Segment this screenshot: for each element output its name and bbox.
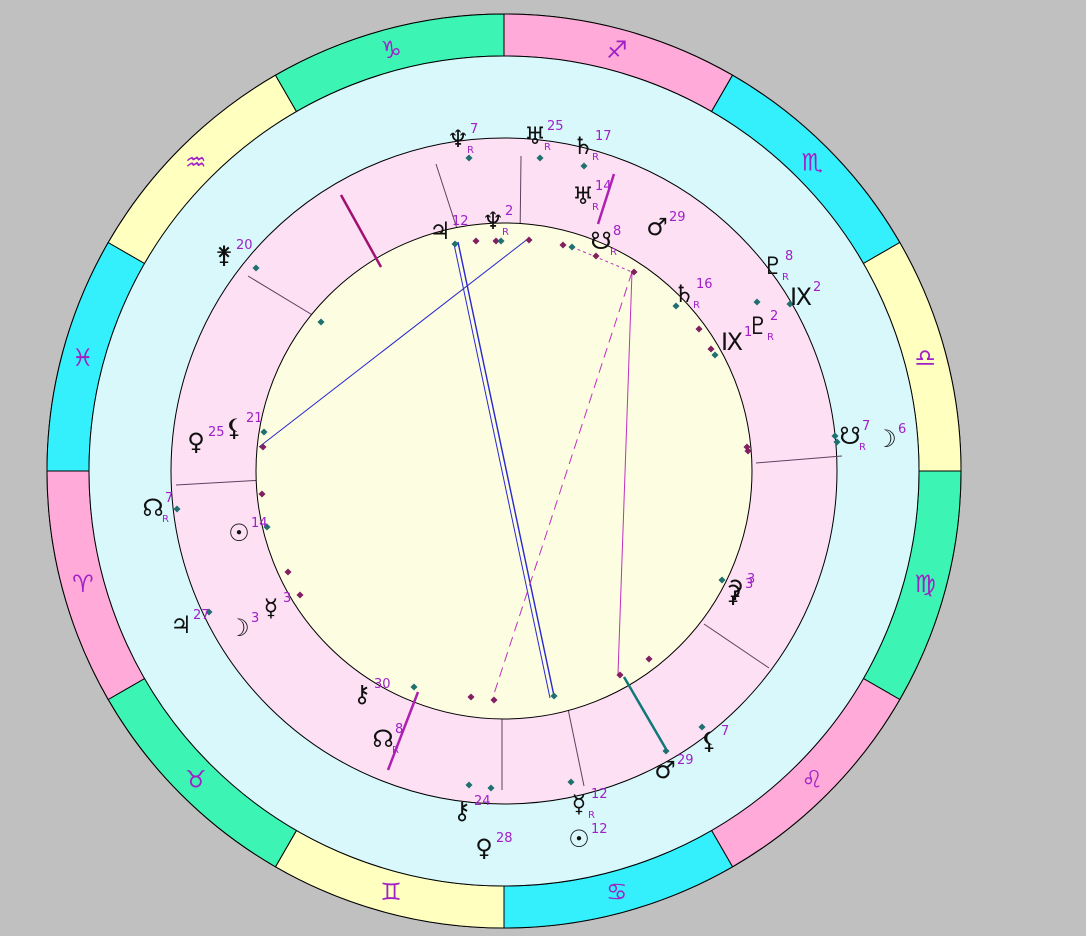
neptune-degree: 7 [470, 122, 478, 137]
taurus-sign-glyph: ♉ [185, 765, 207, 793]
saturn-icon: ♄ [572, 132, 594, 160]
aquarius-sign-glyph: ♒ [185, 149, 207, 177]
vertex-degree: 2 [813, 280, 821, 295]
venus-degree: 25 [208, 425, 225, 440]
neptune-degree: 2 [505, 204, 513, 219]
scorpio-sign-glyph: ♏ [802, 149, 824, 177]
gemini-sign-glyph: ♊ [380, 878, 402, 906]
uranus-degree: 14 [595, 179, 612, 194]
south-node-icon: ☋ [839, 422, 860, 450]
moon-degree: 6 [898, 422, 906, 437]
south-node-icon: ☋ [590, 227, 611, 255]
saturn-degree: 16 [696, 277, 713, 292]
uranus-retrograde: R [592, 202, 599, 213]
north-node-retrograde: R [162, 514, 169, 525]
mars-degree: 29 [677, 753, 694, 768]
saturn-retrograde: R [592, 152, 599, 163]
pluto-retrograde: R [782, 272, 789, 283]
sun-icon: ☉ [568, 825, 590, 853]
uranus-degree: 25 [547, 119, 564, 134]
lilith-icon: ⚸ [700, 727, 718, 755]
jupiter-icon: ♃ [429, 217, 451, 245]
vertex-icon: Ⅸ [790, 283, 812, 311]
capricorn-sign-glyph: ♑ [380, 36, 402, 64]
uranus-icon: ♅ [524, 122, 546, 150]
cancer-sign-glyph: ♋ [606, 878, 628, 906]
chiron-degree: 24 [474, 794, 491, 809]
sun-degree: 12 [591, 822, 608, 837]
venus-icon: ♀ [187, 428, 205, 456]
north-node-icon: ☊ [142, 494, 163, 522]
ceres-degree: 3 [747, 572, 755, 587]
lilith-icon: ⚸ [225, 414, 243, 442]
mars-degree: 29 [669, 210, 686, 225]
mercury-degree: 12 [591, 787, 608, 802]
moon-icon: ☽ [875, 425, 897, 453]
moon-degree: 3 [251, 611, 259, 626]
pisces-sign-glyph: ♓ [72, 344, 94, 372]
aries-sign-glyph: ♈ [72, 570, 94, 598]
saturn-retrograde: R [693, 300, 700, 311]
jupiter-degree: 12 [452, 214, 469, 229]
juno-degree: 20 [236, 238, 253, 253]
pluto-degree: 8 [785, 249, 793, 264]
virgo-sign-glyph: ♍ [914, 570, 936, 598]
mercury-retrograde: R [588, 810, 595, 821]
lilith-degree: 21 [246, 411, 263, 426]
sagittarius-sign-glyph: ♐ [606, 36, 628, 64]
chart-window: ♐ ♏ ♎ ♍ ♌ ♋ ♊ ♉ ♈ ♓ ♒ ♑ ♆ 7 R ♅ 25 R ♄ 17 R ♇ 8 R Ⅸ 2 ☋ 7 R ☽ 6 ⚳ 3 ⚸ 7 ♂ 2… [6, 4, 1080, 932]
jupiter-degree: 27 [193, 608, 210, 623]
south-node-degree: 8 [613, 224, 621, 239]
sun-degree: 14 [251, 516, 268, 531]
north-node-icon: ☊ [372, 725, 393, 753]
vertex-icon: Ⅸ [721, 328, 743, 356]
mercury-icon: ☿ [264, 594, 279, 622]
moon-icon: ☽ [228, 614, 250, 642]
lilith-degree: 7 [721, 724, 729, 739]
pluto-degree: 2 [770, 309, 778, 324]
saturn-degree: 17 [595, 129, 612, 144]
north-node-degree: 8 [395, 722, 403, 737]
uranus-icon: ♅ [572, 182, 594, 210]
mars-icon: ♂ [654, 756, 676, 784]
mercury-icon: ☿ [572, 790, 587, 818]
venus-icon: ♀ [475, 834, 493, 862]
neptune-retrograde: R [502, 227, 509, 238]
north-node-retrograde: R [392, 745, 399, 756]
south-node-retrograde: R [859, 442, 866, 453]
mercury-degree: 3 [283, 591, 291, 606]
neptune-icon: ♆ [482, 207, 504, 235]
vertex-degree: 1 [744, 325, 752, 340]
venus-degree: 28 [496, 831, 513, 846]
libra-sign-glyph: ♎ [914, 344, 936, 372]
natal-chart-wheel: ♐♏♎♍♌♋♊♉♈♓♒♑ ♆ 7R♅ 25R ♄ 17R♇ 8RⅨ 2☋ 7R ☽ 6⚳ 3⚸ 7♂ 2… [46, 13, 962, 929]
juno-icon: ⚵ [215, 241, 233, 269]
saturn-icon: ♄ [673, 280, 695, 308]
south-node-retrograde: R [610, 247, 617, 258]
neptune-icon: ♆ [447, 125, 469, 153]
sun-icon: ☉ [228, 519, 250, 547]
neptune-retrograde: R [467, 145, 474, 156]
chiron-degree: 30 [374, 677, 391, 692]
north-node-degree: 7 [165, 491, 173, 506]
chiron-icon: ⚷ [353, 680, 371, 708]
leo-sign-glyph: ♌ [802, 765, 824, 793]
pluto-retrograde: R [767, 332, 774, 343]
chiron-icon: ⚷ [453, 797, 471, 825]
mars-icon: ♂ [646, 213, 668, 241]
south-node-degree: 7 [862, 419, 870, 434]
uranus-retrograde: R [544, 142, 551, 153]
pluto-icon: ♇ [762, 252, 784, 280]
ceres-icon: ⚳ [726, 575, 744, 603]
jupiter-icon: ♃ [170, 611, 192, 639]
